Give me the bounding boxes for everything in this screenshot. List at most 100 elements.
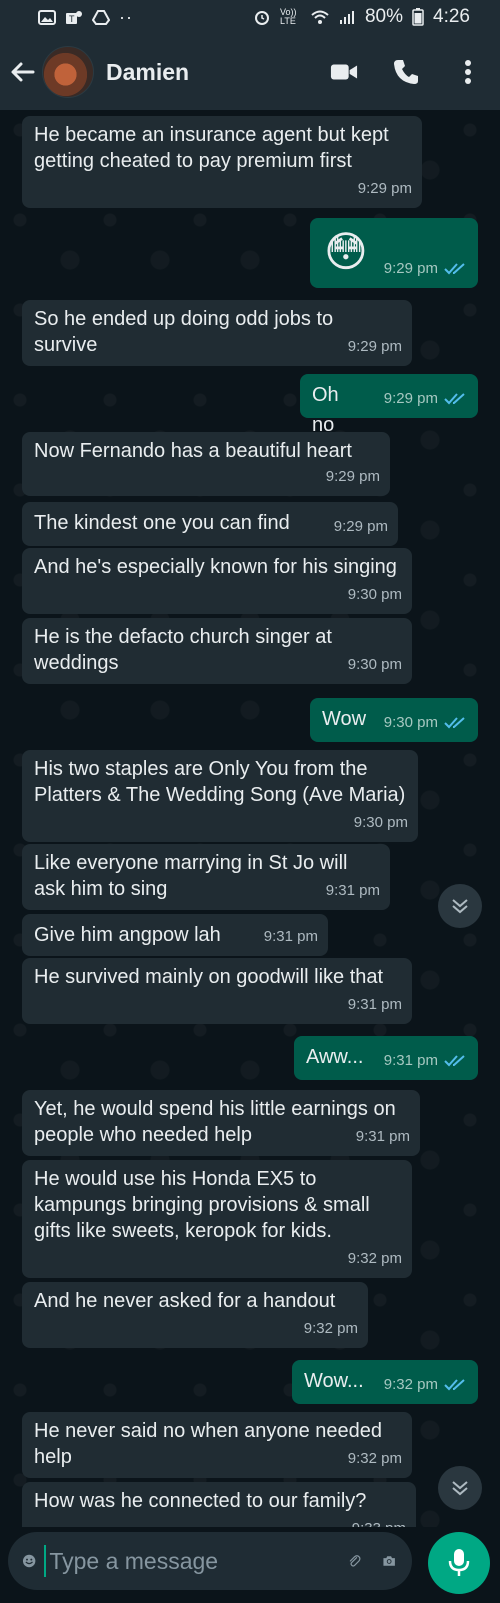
message-time: 9:31 pm [355, 1128, 410, 1145]
message-text: He became an insurance agent but kept ge… [34, 124, 389, 172]
signal-icon [339, 10, 354, 24]
message-meta: 9:30 pm [348, 582, 402, 608]
message-incoming[interactable]: Yet, he would spend his little earnings … [22, 1090, 420, 1156]
double-tick-icon [444, 717, 465, 729]
double-chevron-down-icon [452, 1481, 468, 1496]
message-meta: 9:29 pm [348, 334, 402, 360]
message-outgoing[interactable]: Oh no 9:29 pm [300, 374, 478, 436]
message-meta: 9:31 pm [356, 1124, 410, 1150]
svg-text:T: T [69, 14, 75, 24]
message-incoming[interactable]: He is the defacto church singer at weddi… [22, 618, 412, 684]
message-meta: 9:29 pm [326, 464, 380, 490]
emoji-icon[interactable] [22, 1546, 36, 1576]
message-input[interactable] [44, 1545, 348, 1577]
message-outgoing[interactable]: Wow 9:30 pm [310, 698, 478, 742]
chat-area[interactable]: He became an insurance agent but kept ge… [0, 110, 500, 1527]
drive-icon [92, 9, 110, 25]
message-input-pill [8, 1532, 412, 1590]
message-incoming[interactable]: He became an insurance agent but kept ge… [22, 116, 422, 208]
gallery-icon [38, 9, 56, 25]
video-call-button[interactable] [330, 58, 358, 86]
message-time: 9:32 pm [347, 1250, 402, 1267]
mic-icon [448, 1549, 470, 1576]
message-incoming[interactable]: His two staples are Only You from the Pl… [22, 750, 418, 842]
message-time: 9:31 pm [325, 882, 380, 899]
double-tick-icon [444, 393, 465, 405]
message-incoming[interactable]: Give him angpow lah 9:31 pm [22, 914, 328, 956]
message-text: He never said no when anyone needed help [34, 1420, 383, 1468]
message-time: 9:33 pm [352, 1516, 406, 1527]
message-incoming[interactable]: The kindest one you can find 9:29 pm [22, 502, 398, 546]
more-vert-icon [465, 60, 471, 84]
message-time: 9:31 pm [383, 1052, 438, 1069]
scroll-down-button[interactable] [438, 1466, 482, 1510]
message-time: 9:29 pm [325, 468, 380, 485]
chat-header: Damien [0, 34, 500, 110]
message-text: Now Fernando has a beautiful heart [34, 440, 352, 462]
message-meta: 9:32 pm [348, 1446, 402, 1472]
message-meta: 9:31 pm [384, 1048, 468, 1074]
video-call-icon [330, 64, 358, 80]
message-text: How was he connected to our family? [34, 1490, 367, 1512]
message-outgoing[interactable]: Wow... 9:32 pm [292, 1360, 478, 1404]
more-options-button[interactable] [454, 58, 482, 86]
message-meta: 9:29 pm [384, 386, 468, 412]
message-incoming[interactable]: He would use his Honda EX5 to kampungs b… [22, 1160, 412, 1278]
message-text: He would use his Honda EX5 to kampungs b… [34, 1168, 370, 1242]
attach-icon[interactable] [347, 1546, 361, 1576]
dots-icon: ·· [119, 6, 133, 27]
voice-call-button[interactable] [392, 58, 420, 86]
message-time: 9:29 pm [347, 338, 402, 355]
message-incoming[interactable]: And he never asked for a handout 9:32 pm [22, 1282, 368, 1348]
camera-icon[interactable] [382, 1546, 396, 1576]
message-outgoing[interactable]: 😳 9:29 pm [310, 218, 478, 288]
message-incoming[interactable]: Like everyone marrying in St Jo will ask… [22, 844, 390, 910]
message-meta: 9:33 pm [352, 1516, 406, 1527]
message-text: His two staples are Only You from the Pl… [34, 758, 406, 806]
message-incoming[interactable]: So he ended up doing odd jobs to survive… [22, 300, 412, 366]
message-meta: 9:31 pm [326, 878, 380, 904]
message-text: And he's especially known for his singin… [34, 556, 397, 578]
message-meta: 9:30 pm [348, 652, 402, 678]
message-time: 9:29 pm [357, 180, 412, 197]
message-text: He is the defacto church singer at weddi… [34, 626, 332, 674]
status-bar-right: Vo)) LTE 80% 4:26 [253, 6, 470, 28]
message-time: 9:30 pm [353, 814, 408, 831]
battery-icon [412, 8, 424, 26]
network-label: Vo)) LTE [279, 7, 297, 26]
message-incoming[interactable]: How was he connected to our family? 9:33… [22, 1482, 416, 1527]
alarm-icon [254, 10, 269, 25]
avatar[interactable] [42, 46, 94, 98]
message-text: And he never asked for a handout [34, 1290, 336, 1312]
message-incoming[interactable]: And he's especially known for his singin… [22, 548, 412, 614]
contact-name[interactable]: Damien [106, 59, 330, 86]
double-tick-icon [444, 1055, 465, 1067]
message-text: Yet, he would spend his little earnings … [34, 1098, 396, 1146]
message-incoming[interactable]: He survived mainly on goodwill like that… [22, 958, 412, 1024]
message-time: 9:31 pm [347, 996, 402, 1013]
message-outgoing[interactable]: Aww... 9:31 pm [294, 1036, 478, 1080]
message-meta: 9:32 pm [304, 1316, 358, 1342]
message-composer [0, 1527, 500, 1603]
message-incoming[interactable]: He never said no when anyone needed help… [22, 1412, 412, 1478]
status-bar: T ·· Vo)) LTE 80% 4:26 [0, 0, 500, 34]
message-meta: 9:31 pm [348, 992, 402, 1018]
mic-button[interactable] [428, 1532, 490, 1594]
double-tick-icon [444, 1379, 465, 1391]
message-time: 9:29 pm [383, 390, 438, 407]
back-arrow-icon[interactable] [8, 57, 38, 87]
teams-icon: T [66, 10, 82, 24]
message-meta: 9:29 pm [358, 176, 412, 202]
message-meta: 9:30 pm [384, 710, 468, 736]
message-meta: 9:31 pm [264, 924, 318, 950]
message-meta: 9:29 pm [334, 514, 388, 540]
message-meta: 9:32 pm [348, 1246, 402, 1272]
message-incoming[interactable]: Now Fernando has a beautiful heart 9:29 … [22, 432, 390, 496]
message-time: 9:30 pm [347, 586, 402, 603]
message-time: 9:29 pm [333, 518, 388, 535]
wifi-icon [311, 10, 329, 24]
status-time: 4:26 [433, 6, 470, 27]
scroll-down-button[interactable] [438, 884, 482, 928]
message-meta: 9:30 pm [354, 810, 408, 836]
message-time: 9:31 pm [263, 928, 318, 945]
